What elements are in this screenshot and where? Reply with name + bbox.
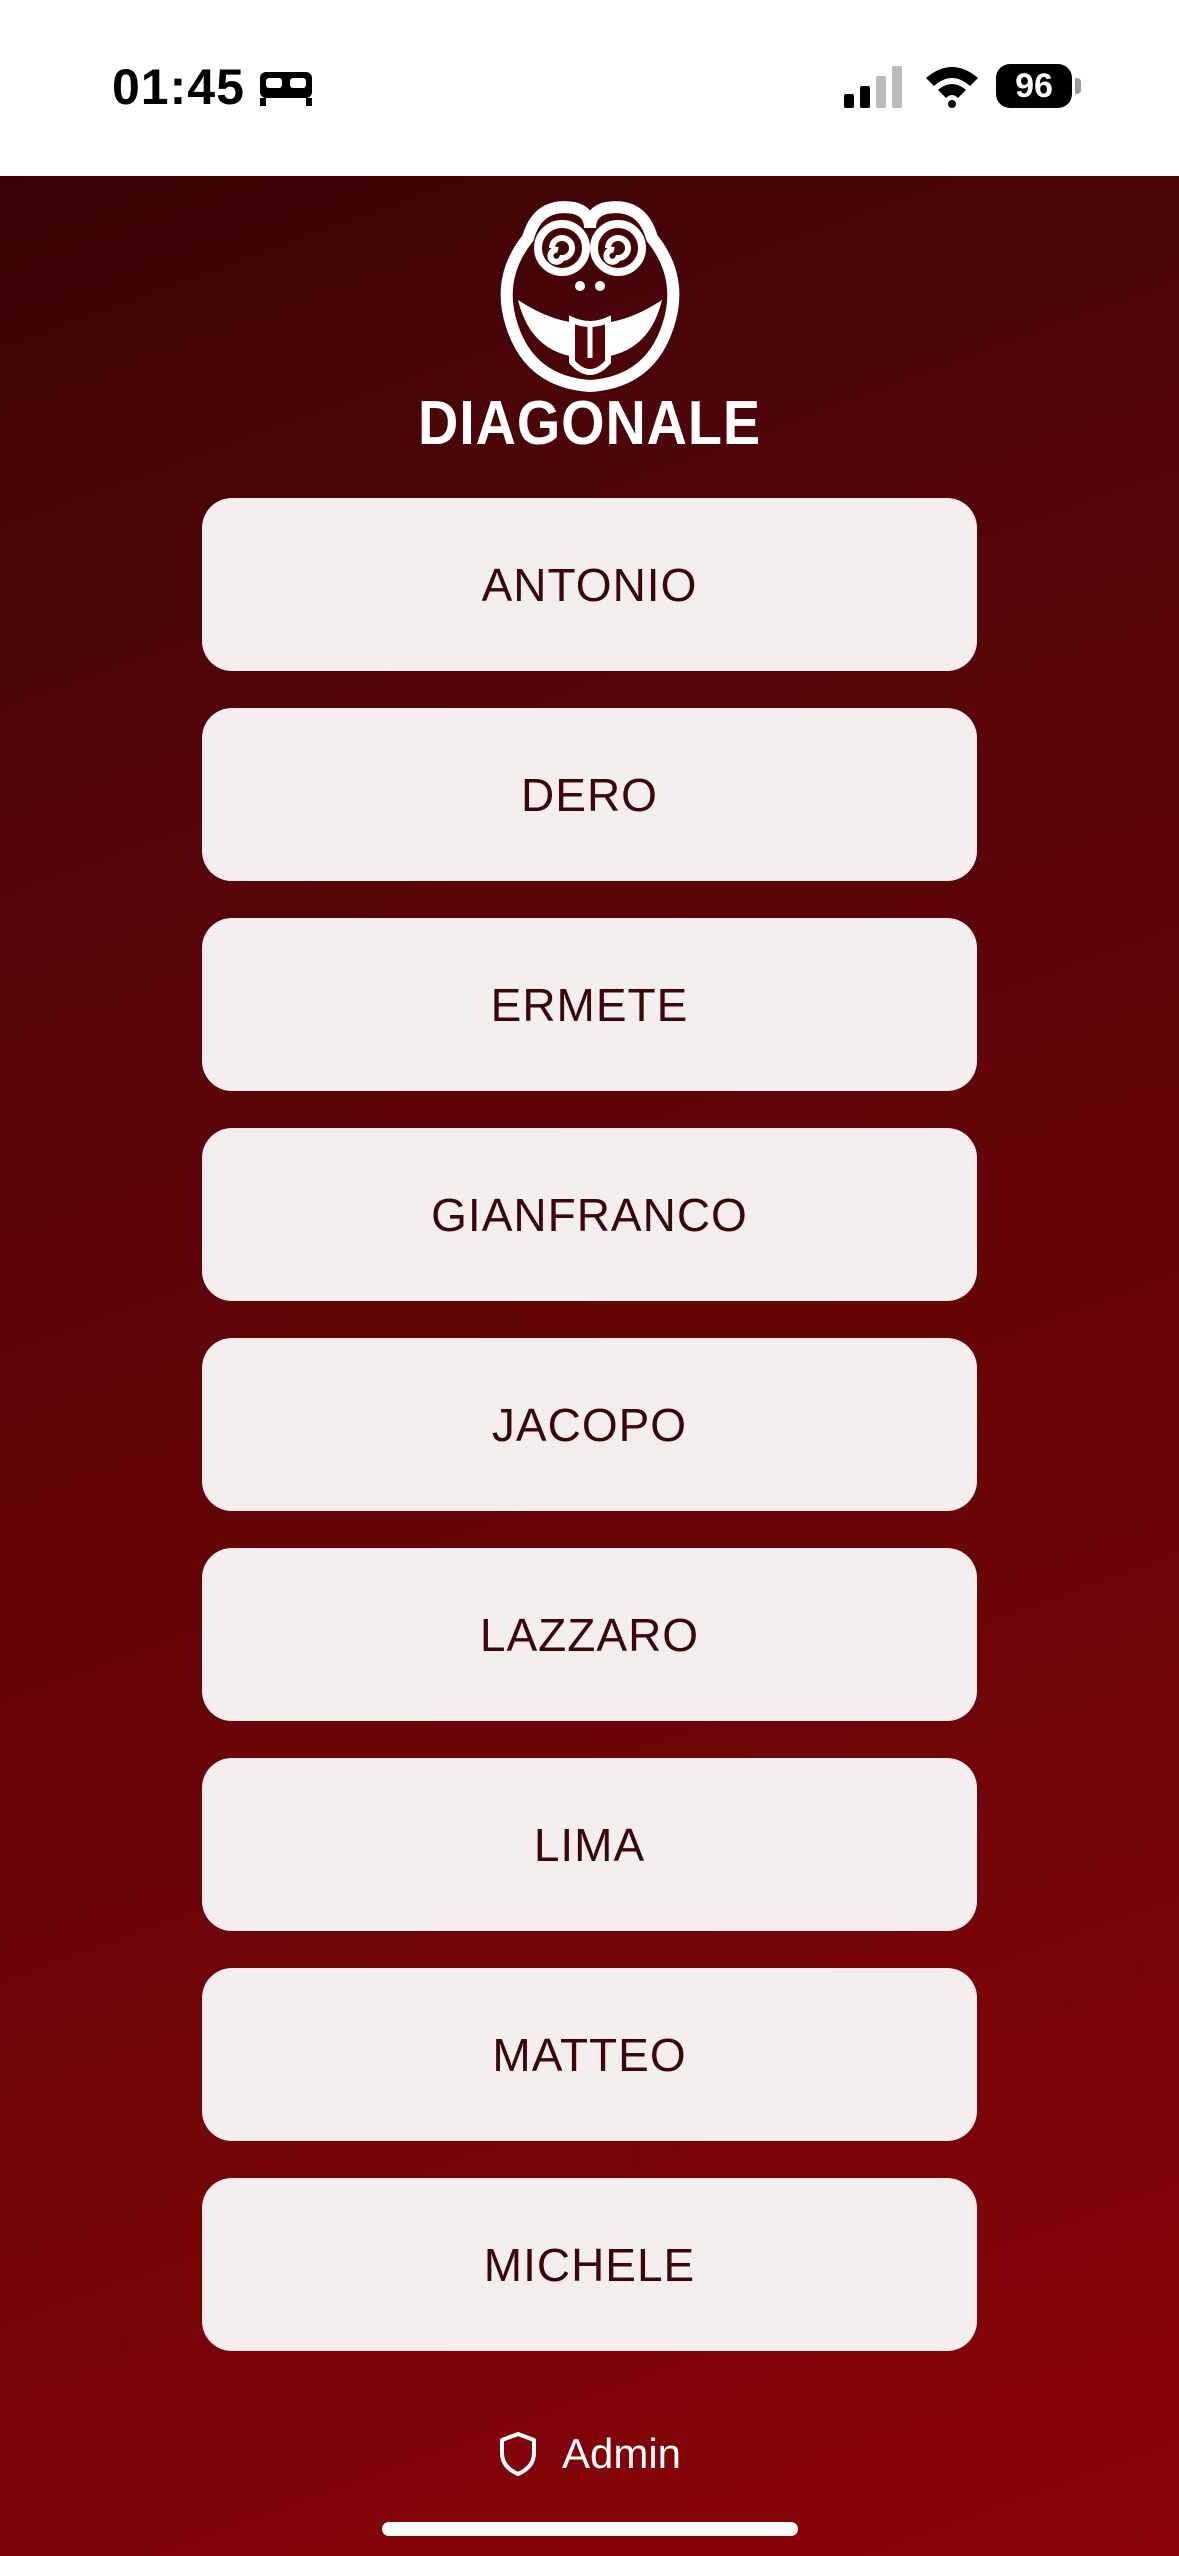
name-button-jacopo[interactable]: JACOPO bbox=[202, 1338, 977, 1511]
battery-level: 96 bbox=[996, 64, 1072, 108]
name-button-michele[interactable]: MICHELE bbox=[202, 2178, 977, 2351]
name-button-gianfranco[interactable]: GIANFRANCO bbox=[202, 1128, 977, 1301]
name-button-ermete[interactable]: ERMETE bbox=[202, 918, 977, 1091]
wifi-icon bbox=[926, 67, 978, 108]
admin-link[interactable]: Admin bbox=[0, 2424, 1179, 2484]
bed-icon bbox=[260, 72, 312, 106]
cellular-signal-icon bbox=[844, 66, 902, 108]
admin-label: Admin bbox=[561, 2430, 682, 2477]
battery-indicator: 96 bbox=[996, 64, 1082, 110]
name-button-lazzaro[interactable]: LAZZARO bbox=[202, 1548, 977, 1721]
frog-mascot-logo-icon bbox=[500, 201, 680, 393]
name-button-antonio[interactable]: ANTONIO bbox=[202, 498, 977, 671]
name-button-dero[interactable]: DERO bbox=[202, 708, 977, 881]
battery-tip bbox=[1075, 78, 1081, 94]
status-bar: 01:45 96 bbox=[0, 0, 1179, 176]
name-button-lima[interactable]: LIMA bbox=[202, 1758, 977, 1931]
brand-wordmark: DIAGONALE bbox=[418, 389, 761, 458]
main-screen: DIAGONALE ANTONIO DERO ERMETE GIANFRANCO… bbox=[0, 176, 1179, 2556]
shield-icon bbox=[499, 2432, 536, 2476]
home-indicator[interactable] bbox=[382, 2522, 798, 2536]
name-button-matteo[interactable]: MATTEO bbox=[202, 1968, 977, 2141]
status-time: 01:45 bbox=[112, 59, 245, 115]
